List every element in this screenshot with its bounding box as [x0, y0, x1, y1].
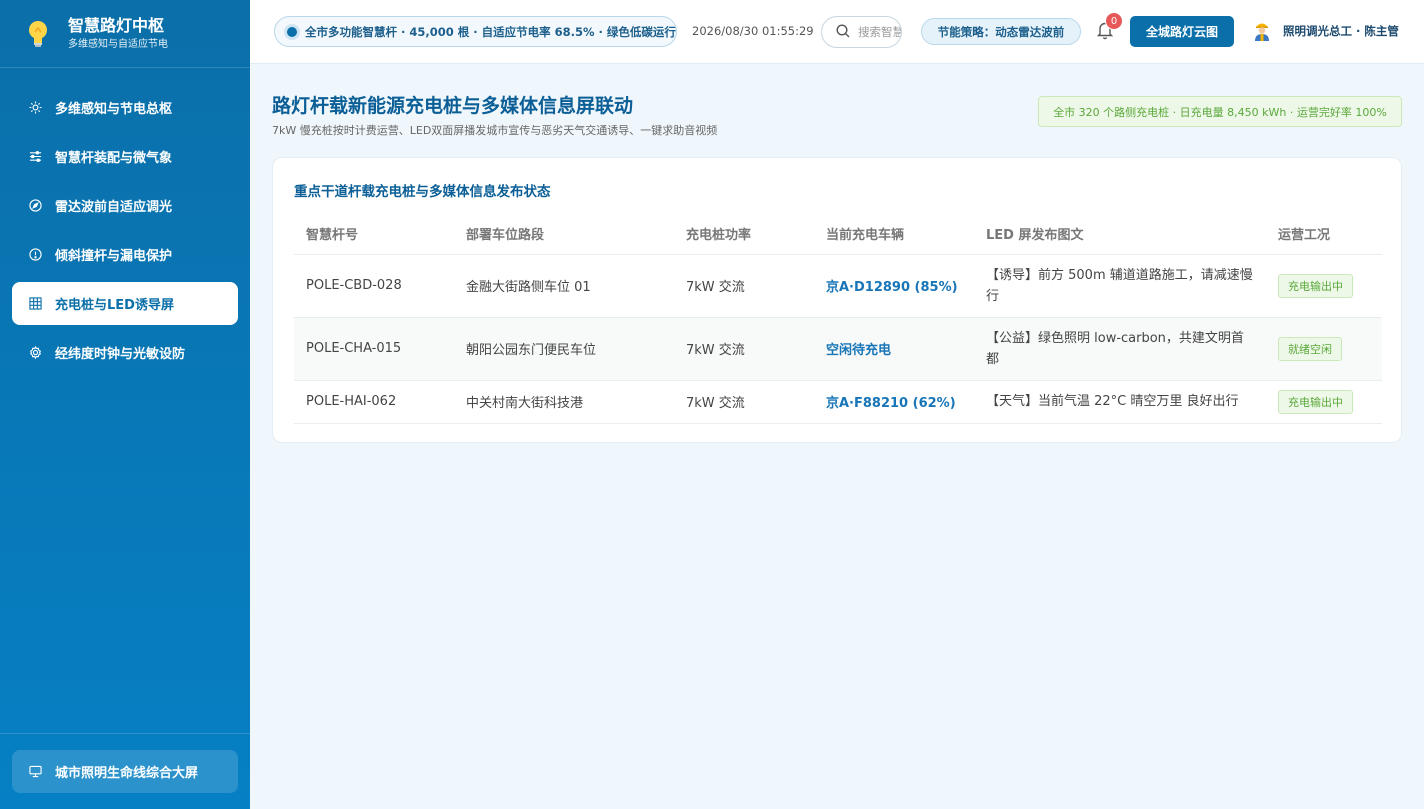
sidebar-item-perception[interactable]: 多维感知与节电总枢 [12, 86, 238, 129]
column-header: LED 屏发布图文 [974, 214, 1266, 255]
ops-status-cell: 就绪空闲 [1266, 317, 1382, 381]
gear-icon [28, 346, 42, 360]
location: 朝阳公园东门便民车位 [454, 317, 674, 381]
current-vehicle: 空闲待充电 [814, 317, 974, 381]
column-header: 智慧杆号 [294, 214, 454, 255]
user-name: 照明调光总工 · 陈主管 [1283, 24, 1399, 38]
compass-icon [28, 199, 42, 213]
column-header: 部署车位路段 [454, 214, 674, 255]
sidebar-item-label: 多维感知与节电总枢 [55, 102, 173, 117]
top-header: 全市多功能智慧杆 · 45,000 根 · 自适应节电率 68.5% · 绿色低… [250, 0, 1424, 64]
sidebar-item-label: 雷达波前自适应调光 [55, 200, 173, 215]
page-title: 路灯杆载新能源充电桩与多媒体信息屏联动 [272, 95, 634, 117]
pole-id: POLE-CHA-015 [294, 317, 454, 381]
table-row[interactable]: POLE-HAI-062 中关村南大街科技港 7kW 交流 京A·F88210 … [294, 380, 1382, 424]
card-title: 重点干道杆载充电桩与多媒体信息发布状态 [294, 184, 551, 200]
summary-badge: 全市 320 个路侧充电桩 · 日充电量 8,450 kWh · 运营完好率 1… [1038, 96, 1402, 127]
page-subtitle: 7kW 慢充桩按时计费运营、LED双面屏播发城市宣传与恶劣天气交通诱导、一键求助… [272, 124, 718, 137]
sidebar: 智慧路灯中枢 多维感知与自适应节电 多维感知与节电总枢 智慧杆装配与微气象 雷达… [0, 0, 250, 809]
avatar-icon [1253, 20, 1271, 42]
table-row[interactable]: POLE-CHA-015 朝阳公园东门便民车位 7kW 交流 空闲待充电 【公益… [294, 317, 1382, 381]
sidebar-item-label: 倾斜撞杆与漏电保护 [55, 249, 173, 264]
sliders-icon [28, 150, 42, 164]
led-message: 【公益】绿色照明 low-carbon，共建文明首都 [974, 317, 1266, 381]
status-badge: 充电输出中 [1278, 273, 1353, 298]
datetime: 2026/08/30 01:55:29 [692, 24, 814, 38]
big-screen-label: 城市照明生命线综合大屏 [55, 766, 199, 781]
led-message: 【天气】当前气温 22°C 晴空万里 良好出行 [974, 380, 1266, 424]
energy-strategy-badge: 节能策略：动态雷达波前 [921, 18, 1081, 45]
charger-power: 7kW 交流 [674, 254, 814, 318]
column-header: 当前充电车辆 [814, 214, 974, 255]
monitor-icon [28, 765, 42, 779]
charger-power: 7kW 交流 [674, 380, 814, 424]
grid-icon [28, 297, 42, 311]
status-badge: 充电输出中 [1278, 389, 1353, 414]
led-message: 【诱导】前方 500m 辅道道路施工，请减速慢行 [974, 254, 1266, 318]
current-vehicle: 京A·D12890 (85%) [814, 254, 974, 318]
pole-id: POLE-HAI-062 [294, 380, 454, 424]
search-icon [836, 23, 850, 42]
user-profile[interactable]: 照明调光总工 · 陈主管 [1253, 20, 1399, 42]
city-status-text: 全市多功能智慧杆 · 45,000 根 · 自适应节电率 68.5% · 绿色低… [305, 24, 676, 39]
search-input[interactable] [858, 25, 901, 39]
location: 金融大街路侧车位 01 [454, 254, 674, 318]
brand: 智慧路灯中枢 多维感知与自适应节电 [0, 0, 250, 68]
sidebar-item-label: 经纬度时钟与光敏设防 [55, 347, 186, 362]
sun-icon [28, 101, 42, 115]
status-badge: 就绪空闲 [1278, 336, 1342, 361]
sidebar-item-assembly[interactable]: 智慧杆装配与微气象 [12, 135, 238, 178]
city-cloud-map-button[interactable]: 全城路灯云图 [1130, 16, 1234, 47]
status-dot-icon [287, 26, 297, 37]
column-header: 充电桩功率 [674, 214, 814, 255]
sidebar-item-label: 充电桩与LED诱导屏 [55, 298, 174, 313]
sidebar-item-charging[interactable]: 充电桩与LED诱导屏 [12, 282, 238, 325]
ops-status-cell: 充电输出中 [1266, 254, 1382, 318]
main-content: 路灯杆载新能源充电桩与多媒体信息屏联动 7kW 慢充桩按时计费运营、LED双面屏… [250, 64, 1424, 809]
sidebar-item-clock[interactable]: 经纬度时钟与光敏设防 [12, 331, 238, 374]
sidebar-item-protection[interactable]: 倾斜撞杆与漏电保护 [12, 233, 238, 276]
alert-circle-icon [28, 248, 42, 262]
sidebar-footer: 城市照明生命线综合大屏 [0, 733, 250, 809]
brand-title: 智慧路灯中枢 [68, 15, 165, 35]
table-row[interactable]: POLE-CBD-028 金融大街路侧车位 01 7kW 交流 京A·D1289… [294, 254, 1382, 318]
city-status-pill: 全市多功能智慧杆 · 45,000 根 · 自适应节电率 68.5% · 绿色低… [274, 16, 677, 47]
column-header: 运营工况 [1266, 214, 1382, 255]
charging-status-table: 智慧杆号 部署车位路段 充电桩功率 当前充电车辆 LED 屏发布图文 运营工况 … [294, 214, 1382, 424]
brand-subtitle: 多维感知与自适应节电 [68, 38, 168, 50]
current-vehicle: 京A·F88210 (62%) [814, 380, 974, 424]
pole-id: POLE-CBD-028 [294, 254, 454, 318]
status-card: 重点干道杆载充电桩与多媒体信息发布状态 智慧杆号 部署车位路段 充电桩功率 当前… [272, 157, 1402, 443]
charger-power: 7kW 交流 [674, 317, 814, 381]
sidebar-nav: 多维感知与节电总枢 智慧杆装配与微气象 雷达波前自适应调光 倾斜撞杆与漏电保护 … [0, 68, 250, 374]
lightbulb-icon [24, 20, 52, 48]
sidebar-item-radar[interactable]: 雷达波前自适应调光 [12, 184, 238, 227]
location: 中关村南大街科技港 [454, 380, 674, 424]
big-screen-button[interactable]: 城市照明生命线综合大屏 [12, 750, 238, 793]
table-header-row: 智慧杆号 部署车位路段 充电桩功率 当前充电车辆 LED 屏发布图文 运营工况 [294, 214, 1382, 255]
search-box[interactable] [821, 16, 902, 48]
sidebar-item-label: 智慧杆装配与微气象 [55, 151, 173, 166]
ops-status-cell: 充电输出中 [1266, 380, 1382, 424]
notification-count-badge: 0 [1105, 12, 1123, 30]
